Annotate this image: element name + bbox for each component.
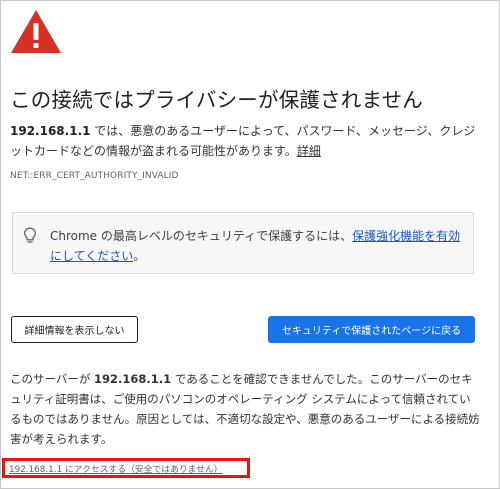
back-to-safety-button[interactable]: セキュリティで保護されたページに戻る xyxy=(268,316,475,343)
enhanced-protection-box: Chrome の最高レベルのセキュリティで保護するには、保護強化機能を有効にして… xyxy=(12,212,474,274)
hide-details-button[interactable]: 詳細情報を表示しない xyxy=(11,316,138,343)
details-link[interactable]: 詳細 xyxy=(297,144,321,158)
protection-text: Chrome の最高レベルのセキュリティで保護するには、 xyxy=(50,229,353,243)
lightbulb-icon xyxy=(23,227,37,243)
proceed-unsafe-link[interactable]: 192.168.1.1 にアクセスする（安全ではありません） xyxy=(9,462,223,475)
error-code: NET::ERR_CERT_AUTHORITY_INVALID xyxy=(10,171,179,181)
description: 192.168.1.1 では、悪意のあるユーザーによって、パスワード、メッセージ… xyxy=(10,121,480,161)
enhanced-protection-text: Chrome の最高レベルのセキュリティで保護するには、保護強化機能を有効にして… xyxy=(50,226,462,266)
warning-triangle-icon xyxy=(11,10,61,53)
description-host: 192.168.1.1 xyxy=(10,124,91,138)
explanation-text: このサーバーが 192.168.1.1 であることを確認できませんでした。このサ… xyxy=(10,369,480,449)
protection-suffix: 。 xyxy=(133,249,146,263)
explanation-prefix: このサーバーが xyxy=(10,372,95,386)
explanation-host: 192.168.1.1 xyxy=(94,372,172,386)
page-title: この接続ではプライバシーが保護されません xyxy=(10,88,423,112)
